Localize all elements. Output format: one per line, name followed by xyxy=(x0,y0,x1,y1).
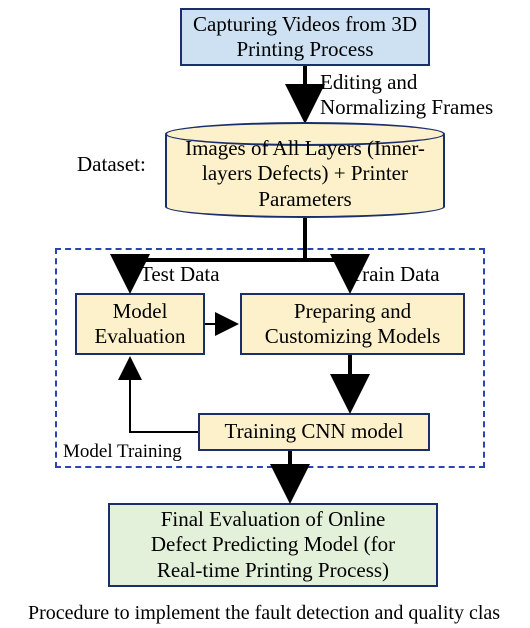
node-capture: Capturing Videos from 3D Printing Proces… xyxy=(180,8,430,66)
node-dataset: Images of All Layers (Inner-layers Defec… xyxy=(165,124,445,218)
dataset-side-label: Dataset: xyxy=(77,152,146,177)
node-final-l1: Final Evaluation of Online xyxy=(161,507,386,532)
figure-caption-fragment: Procedure to implement the fault detecti… xyxy=(28,602,530,625)
edge-label-editing-l1: Editing and xyxy=(320,70,520,95)
node-final-evaluation: Final Evaluation of Online Defect Predic… xyxy=(108,503,438,587)
edge-label-editing-l2: Normalizing Frames xyxy=(320,95,520,120)
node-model-evaluation: Model Evaluation xyxy=(75,293,205,355)
node-training-label: Training CNN model xyxy=(225,419,404,444)
edge-label-test-data: Test Data xyxy=(140,262,220,287)
node-final-l2: Defect Predicting Model (for xyxy=(151,532,395,557)
node-training-cnn: Training CNN model xyxy=(198,413,430,451)
node-prepare-l2: Customizing Models xyxy=(265,324,441,349)
edge-label-train-data: Train Data xyxy=(350,262,440,287)
node-dataset-label: Images of All Layers (Inner-layers Defec… xyxy=(165,130,445,212)
group-label-model-training: Model Training xyxy=(63,441,182,463)
node-eval-l2: Evaluation xyxy=(95,324,186,349)
node-prepare-l1: Preparing and xyxy=(294,299,411,324)
node-capture-label: Capturing Videos from 3D Printing Proces… xyxy=(190,12,420,62)
flowchart-canvas: Capturing Videos from 3D Printing Proces… xyxy=(0,0,530,628)
edge-label-editing: Editing and Normalizing Frames xyxy=(320,70,520,120)
node-final-l3: Real-time Printing Process) xyxy=(157,558,389,583)
node-eval-l1: Model xyxy=(113,299,168,324)
node-prepare-customize: Preparing and Customizing Models xyxy=(240,293,465,355)
